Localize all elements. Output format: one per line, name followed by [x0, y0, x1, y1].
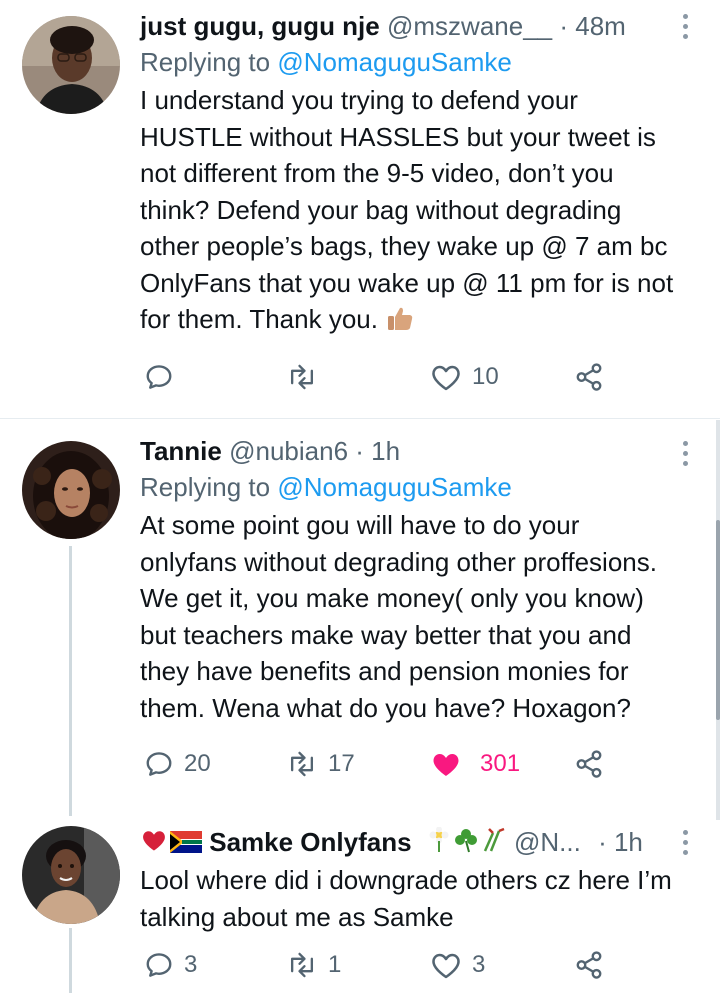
- share-button[interactable]: [574, 362, 604, 392]
- share-button[interactable]: [574, 950, 604, 980]
- avatar[interactable]: [22, 826, 120, 924]
- reply-count: 3: [184, 951, 198, 978]
- tweet-text-line: other people’s bags, they wake up @ 7 am…: [140, 231, 668, 261]
- share-button[interactable]: [574, 749, 604, 779]
- like-button[interactable]: 301: [430, 749, 520, 779]
- shamrock-icon: [453, 826, 479, 862]
- reply-button[interactable]: 3: [144, 950, 197, 980]
- tweet-actions: 3 1 3: [140, 950, 720, 990]
- tweet-text-line: not different from the 9-5 video, don’t …: [140, 158, 614, 188]
- more-options-icon[interactable]: [680, 830, 690, 855]
- flower-icon: [427, 826, 451, 862]
- handle[interactable]: @mszwane__: [387, 11, 552, 41]
- tweet-content: just gugu, gugu nje @mszwane__ · 48m Rep…: [140, 8, 690, 344]
- display-name[interactable]: Samke Onlyfans: [209, 827, 411, 857]
- tweet-text-line: talking about me as Samke: [140, 901, 454, 932]
- reply-button[interactable]: [144, 362, 184, 392]
- avatar[interactable]: [22, 441, 120, 539]
- retweet-count: 1: [328, 951, 342, 978]
- tweet-text-line: We get it, you make money( only you know…: [140, 583, 644, 613]
- name-prefix-emojis: [140, 826, 202, 862]
- heart-outline-icon: [430, 362, 462, 392]
- tweet-text-line: they have benefits and pension monies fo…: [140, 656, 629, 686]
- thumbs-up-icon: [385, 304, 415, 344]
- replying-to-label: Replying to: [140, 47, 271, 77]
- mention-link[interactable]: @NomaguguSamke: [277, 47, 512, 77]
- plant-icon: [481, 826, 507, 862]
- tweet-text: I understand you trying to defend your H…: [140, 82, 690, 344]
- retweet-button[interactable]: 1: [286, 950, 341, 980]
- more-options-icon[interactable]: [680, 441, 690, 466]
- tweet-text-line: onlyfans without degrading other proffes…: [140, 546, 657, 577]
- tweet-text-line: think? Defend your bag without degrading: [140, 194, 622, 225]
- share-icon: [574, 950, 604, 980]
- like-button[interactable]: 3: [430, 950, 485, 980]
- heart-outline-icon: [430, 950, 462, 980]
- display-name[interactable]: Tannie: [140, 436, 222, 466]
- reply-icon: [144, 950, 174, 980]
- like-count: 301: [480, 750, 521, 777]
- timestamp[interactable]: · 1h: [355, 436, 400, 466]
- tweet-text: Lool where did i downgrade others cz her…: [140, 862, 690, 935]
- name-suffix-emojis: [427, 826, 507, 862]
- tweet-text-line: but teachers make way better that you an…: [140, 619, 632, 650]
- replying-to-label: Replying to: [140, 472, 271, 502]
- handle[interactable]: @N...: [514, 827, 581, 857]
- avatar[interactable]: [22, 16, 120, 114]
- like-count: 10: [472, 363, 499, 390]
- like-count: 3: [472, 951, 486, 978]
- tweet-text-line: At some point gou will have to do your: [140, 510, 580, 540]
- retweet-icon: [286, 749, 318, 779]
- tweet-text: At some point gou will have to do your o…: [140, 507, 690, 726]
- display-name[interactable]: just gugu, gugu nje: [140, 11, 380, 41]
- retweet-button[interactable]: [286, 362, 328, 392]
- retweet-icon: [286, 950, 318, 980]
- handle[interactable]: @nubian6: [229, 436, 348, 466]
- south-africa-flag-icon: [170, 826, 202, 862]
- more-options-icon[interactable]: [680, 14, 690, 39]
- scrollbar-thumb[interactable]: [716, 520, 720, 720]
- heart-filled-icon: [430, 749, 462, 779]
- tweet-3[interactable]: Samke Onlyfans @N... · 1h Lool where did…: [0, 816, 720, 993]
- tweet-text-line: them. Wena what do you have? Hoxagon?: [140, 692, 631, 723]
- tweet-2[interactable]: Tannie @nubian6 · 1h Replying to @Nomagu…: [0, 419, 720, 815]
- tweet-text-line: HUSTLE without HASSLES but your tweet is: [140, 121, 656, 152]
- mention-link[interactable]: @NomaguguSamke: [277, 472, 512, 502]
- tweet-actions: 10: [140, 362, 720, 402]
- heart-icon: [140, 826, 168, 862]
- timestamp[interactable]: · 48m: [559, 11, 625, 41]
- tweet-text-line: for them. Thank you.: [140, 301, 690, 344]
- retweet-button[interactable]: 17: [286, 749, 355, 779]
- retweet-count: 17: [328, 750, 355, 777]
- tweet-content: Tannie @nubian6 · 1h Replying to @Nomagu…: [140, 433, 690, 726]
- reply-icon: [144, 362, 174, 392]
- reply-count: 20: [184, 750, 211, 777]
- tweet-content: Samke Onlyfans @N... · 1h Lool where did…: [140, 824, 690, 935]
- replying-to: Replying to @NomaguguSamke: [140, 44, 690, 80]
- like-button[interactable]: 10: [430, 362, 499, 392]
- tweet-text-line-end: for them. Thank you.: [140, 304, 378, 334]
- tweet-text-line: I understand you trying to defend your: [140, 85, 578, 115]
- retweet-icon: [286, 362, 318, 392]
- reply-icon: [144, 749, 174, 779]
- tweet-header: just gugu, gugu nje @mszwane__ · 48m: [140, 8, 690, 44]
- tweet-header: Samke Onlyfans @N... · 1h: [140, 824, 690, 862]
- tweet-actions: 20 17 301: [140, 749, 720, 789]
- tweet-header: Tannie @nubian6 · 1h: [140, 433, 690, 469]
- tweet-text-line: Lool where did i downgrade others cz her…: [140, 865, 672, 896]
- tweet-text-line: OnlyFans that you wake up @ 11 pm for is…: [140, 267, 674, 298]
- replying-to: Replying to @NomaguguSamke: [140, 469, 690, 505]
- share-icon: [574, 749, 604, 779]
- share-icon: [574, 362, 604, 392]
- reply-button[interactable]: 20: [144, 749, 211, 779]
- timestamp[interactable]: · 1h: [598, 827, 643, 857]
- tweet-1[interactable]: just gugu, gugu nje @mszwane__ · 48m Rep…: [0, 0, 720, 418]
